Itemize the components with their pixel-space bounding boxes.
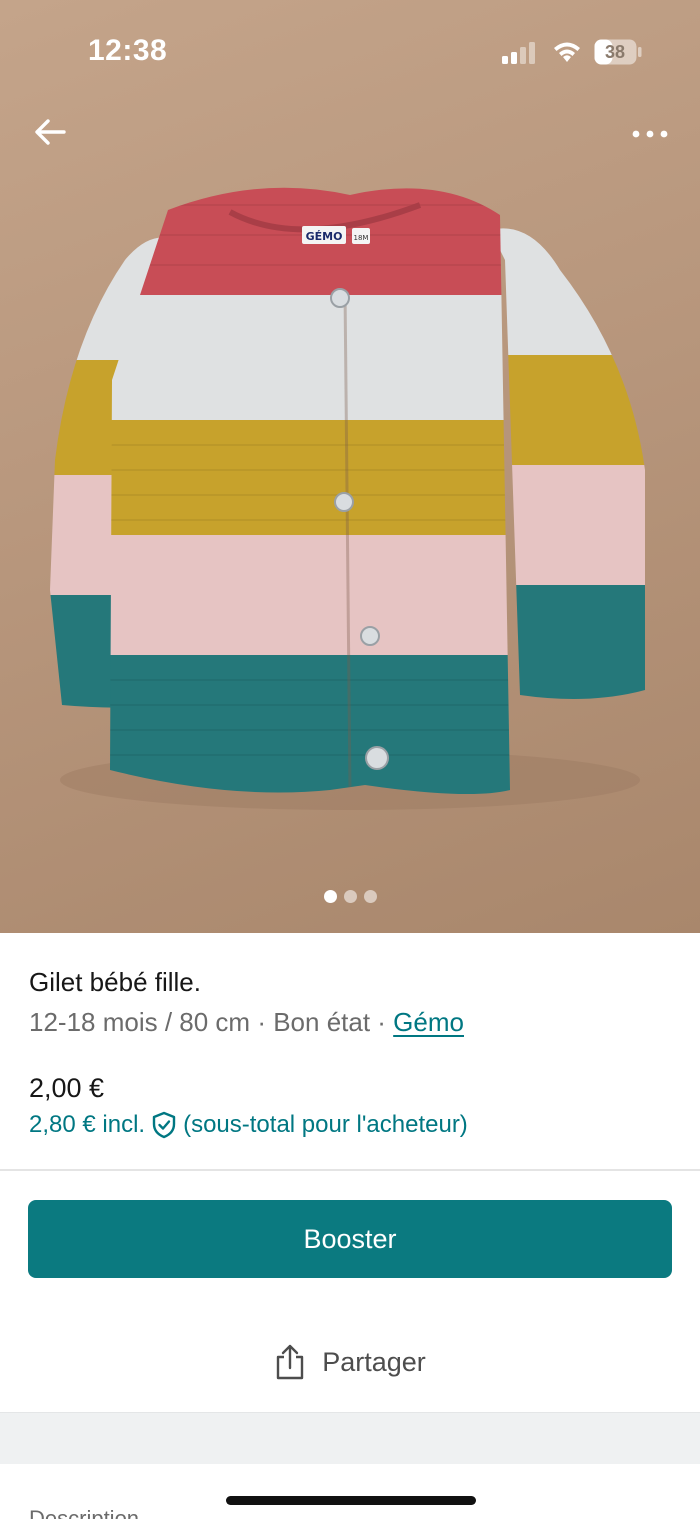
section-gap — [0, 1412, 700, 1464]
share-button[interactable]: Partager — [0, 1336, 700, 1388]
item-condition: Bon état — [273, 1007, 371, 1037]
more-options-button[interactable] — [628, 118, 672, 148]
arrow-left-icon — [35, 119, 66, 145]
meta-separator: · — [250, 1007, 274, 1037]
booster-button[interactable]: Booster — [28, 1200, 672, 1278]
battery-level: 38 — [604, 42, 626, 62]
home-indicator[interactable] — [226, 1496, 476, 1505]
shield-check-icon — [152, 1111, 176, 1139]
cardigan-photo-illustration: GÉMO 18M — [50, 187, 645, 810]
item-photo[interactable]: GÉMO 18M — [0, 0, 700, 933]
share-icon — [277, 1344, 304, 1380]
price-incl-amount: 2,80 € incl. — [29, 1111, 146, 1138]
photo-size-label: 18M — [354, 234, 369, 242]
carousel-dot-1[interactable] — [323, 890, 337, 903]
item-meta: 12-18 mois / 80 cm · Bon état · Gémo — [29, 1007, 464, 1038]
item-title: Gilet bébé fille. — [29, 967, 201, 997]
carousel-dots — [0, 890, 700, 906]
description-heading: Description — [29, 1506, 140, 1519]
back-button[interactable] — [30, 112, 70, 152]
status-bar: 12:38 38 — [0, 0, 700, 100]
brand-link[interactable]: Gémo — [393, 1007, 464, 1037]
buyer-protection-price[interactable]: 2,80 € incl. (sous-total pour l'acheteur… — [29, 1111, 468, 1139]
item-price: 2,00 € — [29, 1073, 105, 1103]
wifi-icon — [554, 42, 580, 62]
signal-icon — [502, 42, 535, 64]
more-horizontal-icon — [632, 130, 668, 138]
carousel-dot-2[interactable] — [343, 890, 357, 903]
meta-separator: · — [370, 1007, 394, 1037]
share-label: Partager — [322, 1346, 426, 1377]
item-size: 12-18 mois / 80 cm — [29, 1007, 251, 1037]
status-time: 12:38 — [88, 34, 168, 67]
carousel-dot-3[interactable] — [363, 890, 377, 903]
photo-brand-label: GÉMO — [306, 230, 343, 243]
price-incl-note: (sous-total pour l'acheteur) — [183, 1111, 468, 1138]
section-divider — [0, 1169, 700, 1171]
